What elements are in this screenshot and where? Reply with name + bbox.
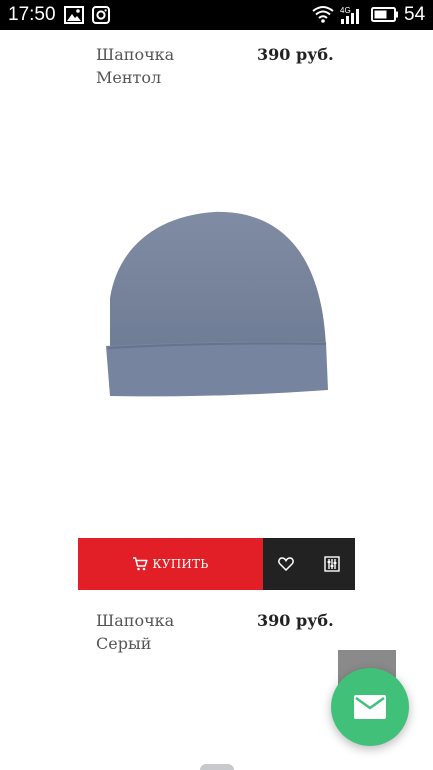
wifi-icon [312, 6, 334, 23]
compare-button[interactable] [309, 538, 355, 590]
cellular-signal-icon: 4G [340, 6, 359, 24]
wishlist-button[interactable] [263, 538, 309, 590]
product-name-line: Ментол [96, 68, 162, 87]
gallery-notification-icon [64, 6, 84, 24]
product-name-line: Шапочка [96, 611, 175, 630]
hat-image [106, 211, 328, 397]
product-name-line: Серый [96, 634, 152, 653]
product-name-gray[interactable]: Шапочка Серый [96, 609, 246, 655]
mail-icon [354, 695, 386, 719]
next-product-image [200, 764, 234, 770]
compare-icon [324, 556, 340, 572]
product-price: 390 руб. [257, 45, 334, 64]
buy-button[interactable]: КУПИТЬ [78, 538, 263, 590]
status-time: 17:50 [8, 4, 56, 25]
product-price: 390 руб. [257, 611, 334, 630]
contact-mail-button[interactable] [331, 668, 409, 746]
product-name-line: Шапочка [96, 45, 175, 64]
product-image-hat[interactable] [96, 200, 336, 420]
instagram-notification-icon [92, 6, 110, 24]
heart-icon [278, 557, 294, 571]
battery-level: 54 [404, 4, 426, 25]
cart-icon [133, 557, 148, 571]
buy-button-label: КУПИТЬ [152, 557, 209, 571]
network-type-label: 4G [340, 6, 351, 15]
battery-icon [371, 7, 398, 22]
status-bar: 17:50 4G 54 [0, 0, 433, 30]
product-action-bar: КУПИТЬ [78, 538, 355, 590]
product-name-mentol[interactable]: Шапочка Ментол [96, 43, 246, 89]
